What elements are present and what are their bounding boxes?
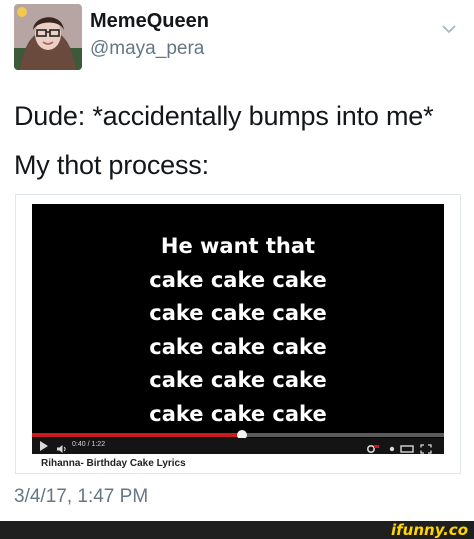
theater-mode-icon[interactable] <box>400 441 414 454</box>
time-display: 0:40 / 1:22 <box>72 441 106 448</box>
gear-icon[interactable] <box>366 441 380 454</box>
lyric-line: He want that <box>160 234 316 258</box>
lyric-line: cake cake cake <box>149 301 327 326</box>
lyrics-text: He want that cake cake cake cake cake ca… <box>32 230 444 432</box>
chevron-down-icon[interactable] <box>440 22 458 36</box>
brand-logo: ifunny.co <box>391 521 468 539</box>
lyric-line: cake cake cake <box>149 401 327 426</box>
lyric-line: cake cake cake <box>149 334 327 359</box>
volume-icon[interactable] <box>56 441 68 453</box>
user-handle[interactable]: @maya_pera <box>90 38 204 60</box>
lyric-line: cake cake cake <box>149 368 327 393</box>
player-controls: 0:40 / 1:22 <box>32 438 444 454</box>
tweet-card: MemeQueen @maya_pera Dude: *accidentally… <box>0 0 474 521</box>
tweet-text-line-2: My thot process: <box>14 150 209 180</box>
progress-bar[interactable] <box>32 430 444 440</box>
subtitles-icon[interactable] <box>388 441 396 454</box>
tweet-timestamp[interactable]: 3/4/17, 1:47 PM <box>14 486 148 508</box>
display-name[interactable]: MemeQueen <box>90 10 209 33</box>
play-icon[interactable] <box>40 441 48 451</box>
video-card[interactable]: He want that cake cake cake cake cake ca… <box>15 194 461 474</box>
fullscreen-icon[interactable] <box>420 441 432 454</box>
video-player[interactable]: He want that cake cake cake cake cake ca… <box>32 204 444 454</box>
video-title[interactable]: Rihanna- Birthday Cake Lyrics <box>41 458 186 469</box>
lyric-line: cake cake cake <box>149 267 327 292</box>
watermark-bar: ifunny.co <box>0 521 474 539</box>
player-right-controls <box>366 441 438 454</box>
tweet-text-line-1: Dude: *accidentally bumps into me* <box>14 101 434 131</box>
avatar[interactable] <box>14 4 82 70</box>
progress-fill <box>32 433 243 437</box>
